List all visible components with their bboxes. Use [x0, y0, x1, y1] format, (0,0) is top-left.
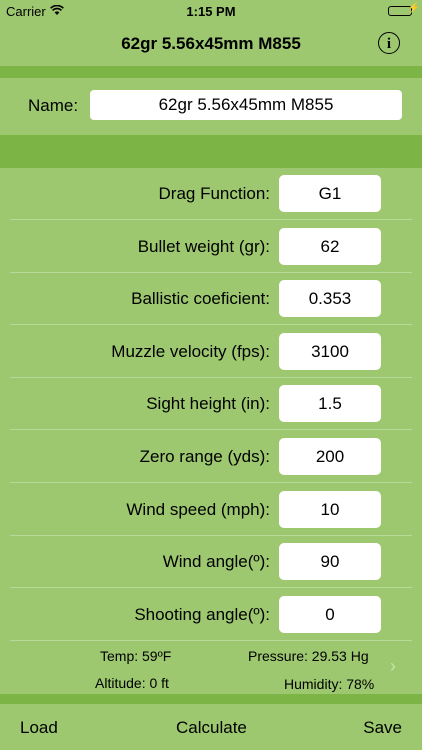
calculate-button[interactable]: Calculate [176, 718, 247, 738]
section-divider [0, 135, 422, 168]
field-input[interactable]: 3100 [279, 332, 381, 370]
load-button[interactable]: Load [20, 718, 58, 738]
field-input[interactable]: 62 [279, 227, 381, 265]
name-row: Name: 62gr 5.56x45mm M855 [0, 78, 422, 135]
info-icon[interactable]: i [378, 32, 400, 54]
field-label: Wind speed (mph): [126, 499, 270, 519]
field-input[interactable]: 1.5 [279, 385, 381, 423]
form-row: Shooting angle(º): 0 [0, 589, 422, 641]
charging-icon: ⚡ [407, 3, 420, 14]
altitude-label: Altitude: 0 ft [95, 675, 169, 691]
status-bar: Carrier 1:15 PM ⚡ [0, 0, 422, 22]
form-row: Zero range (yds): 200 [0, 431, 422, 483]
field-label: Zero range (yds): [139, 447, 270, 466]
save-button[interactable]: Save [363, 718, 402, 738]
field-input[interactable]: 0 [279, 595, 381, 633]
chevron-right-icon[interactable]: › [390, 656, 396, 677]
field-input[interactable]: 200 [279, 438, 381, 475]
field-input[interactable]: 10 [279, 490, 381, 528]
field-input[interactable]: 0.353 [279, 280, 381, 318]
form-row: Drag Function: G1 [0, 168, 422, 220]
form-row: Wind speed (mph): 10 [0, 484, 422, 536]
temperature-label: Temp: 59ºF [100, 648, 172, 664]
form-row: Ballistic coeficient: 0.353 [0, 273, 422, 326]
field-label: Wind angle(º): [162, 552, 270, 572]
clock: 1:15 PM [186, 4, 236, 19]
form-row: Bullet weight (gr): 62 [0, 221, 422, 273]
field-label: Muzzle velocity (fps): [111, 341, 270, 361]
name-field[interactable]: 62gr 5.56x45mm M855 [90, 90, 402, 120]
page-title: 62gr 5.56x45mm M855 [121, 34, 301, 53]
form-row: Muzzle velocity (fps): 3100 [0, 326, 422, 378]
form-row: Wind angle(º): 90 [0, 536, 422, 589]
field-input[interactable]: 90 [279, 543, 381, 581]
form-row: Sight height (in): 1.5 [0, 378, 422, 431]
section-divider [0, 66, 422, 78]
name-label: Name: [28, 96, 79, 115]
humidity-label: Humidity: 78% [284, 676, 375, 692]
field-label: Drag Function: [158, 184, 271, 203]
pressure-label: Pressure: 29.53 Hg [248, 648, 369, 664]
field-label: Sight height (in): [146, 394, 270, 414]
field-label: Ballistic coeficient: [131, 289, 270, 309]
field-input[interactable]: G1 [279, 175, 381, 212]
row-divider [10, 639, 412, 641]
field-label: Bullet weight (gr): [137, 236, 270, 256]
section-divider [0, 694, 422, 704]
navigation-bar: 62gr 5.56x45mm M855 i [0, 22, 422, 66]
field-label: Shooting angle(º): [134, 604, 270, 624]
toolbar: Load Calculate Save [0, 704, 422, 750]
